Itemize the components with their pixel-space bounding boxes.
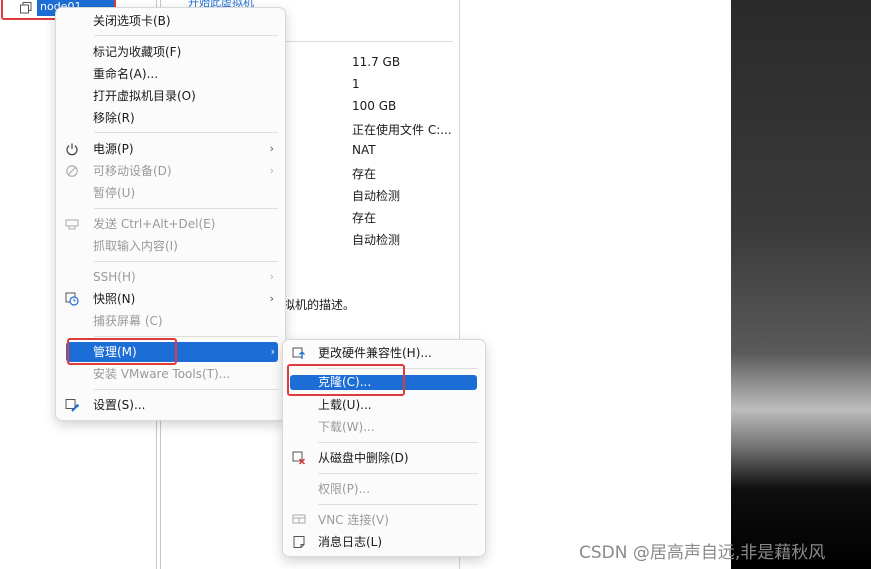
- menu-separator: [94, 261, 278, 262]
- chevron-right-icon: ›: [269, 142, 274, 155]
- menu-open-dir[interactable]: 打开虚拟机目录(O): [56, 86, 285, 106]
- submenu-download[interactable]: 下载(W)...: [283, 417, 485, 437]
- message-log-icon: [293, 536, 305, 548]
- menu-label: 权限(P)...: [318, 482, 371, 496]
- menu-label: 打开虚拟机目录(O): [93, 89, 196, 103]
- menu-separator: [94, 208, 278, 209]
- menu-power[interactable]: 电源(P) ›: [56, 139, 285, 159]
- menu-label: 捕获屏幕 (C): [93, 314, 163, 328]
- spec-memory: 11.7 GB: [352, 55, 401, 69]
- menu-close-tab[interactable]: 关闭选项卡(B): [56, 11, 285, 31]
- menu-label: 消息日志(L): [318, 535, 383, 549]
- menu-label: 移除(R): [93, 111, 135, 125]
- menu-label: 电源(P): [93, 142, 134, 156]
- change-hardware-icon: [292, 347, 305, 359]
- chevron-right-icon: ›: [269, 292, 274, 305]
- menu-send-cad[interactable]: 发送 Ctrl+Alt+Del(E): [56, 214, 285, 234]
- menu-separator: [94, 132, 278, 133]
- annotation-box-clone: [287, 364, 405, 396]
- spec-sound: 自动检测: [352, 189, 401, 203]
- menu-removable-devices[interactable]: 可移动设备(D) ›: [56, 161, 285, 181]
- spec-display: 自动检测: [352, 233, 401, 247]
- vm-console: [731, 0, 871, 569]
- watermark: CSDN @居高声自远,非是藉秋风: [579, 543, 826, 563]
- menu-capture-screen[interactable]: 捕获屏幕 (C): [56, 311, 285, 331]
- menu-install-tools[interactable]: 安装 VMware Tools(T)...: [56, 364, 285, 384]
- snapshot-icon: [65, 292, 79, 306]
- annotation-box-manage: [67, 338, 177, 365]
- menu-label: 发送 Ctrl+Alt+Del(E): [93, 217, 216, 231]
- menu-label: 下载(W)...: [318, 420, 375, 434]
- menu-label: 可移动设备(D): [93, 164, 172, 178]
- menu-remove[interactable]: 移除(R): [56, 108, 285, 128]
- menu-label: 更改硬件兼容性(H)...: [318, 346, 432, 360]
- menu-settings[interactable]: 设置(S)...: [56, 395, 285, 415]
- menu-separator: [318, 504, 478, 505]
- send-keys-icon: [65, 219, 79, 230]
- chevron-right-icon: ›: [269, 164, 274, 177]
- chevron-right-icon: ›: [270, 345, 275, 358]
- menu-separator: [94, 35, 278, 36]
- menu-label: VNC 连接(V): [318, 513, 389, 527]
- submenu-delete-from-disk[interactable]: 从磁盘中删除(D): [283, 448, 485, 468]
- menu-label: 暂停(U): [93, 186, 136, 200]
- submenu-message-log[interactable]: 消息日志(L): [283, 532, 485, 552]
- menu-label: 标记为收藏项(F): [93, 45, 182, 59]
- menu-label: 从磁盘中删除(D): [318, 451, 409, 465]
- spec-processors: 1: [352, 77, 360, 91]
- power-icon: [66, 143, 78, 156]
- menu-favorite[interactable]: 标记为收藏项(F): [56, 42, 285, 62]
- spec-printer: 存在: [352, 211, 377, 225]
- menu-label: 重命名(A)...: [93, 67, 159, 81]
- menu-ssh[interactable]: SSH(H) ›: [56, 267, 285, 287]
- menu-separator: [318, 473, 478, 474]
- delete-disk-icon: [292, 451, 305, 465]
- menu-label: 安装 VMware Tools(T)...: [93, 367, 231, 381]
- submenu-upload[interactable]: 上载(U)...: [283, 395, 485, 415]
- menu-grab-input[interactable]: 抓取输入内容(I): [56, 236, 285, 256]
- spec-network: NAT: [352, 143, 376, 157]
- spec-hard-disk: 100 GB: [352, 99, 397, 113]
- removable-device-icon: [66, 165, 78, 177]
- menu-label: 快照(N): [93, 292, 136, 306]
- menu-label: 抓取输入内容(I): [93, 239, 178, 253]
- menu-separator: [318, 442, 478, 443]
- chevron-right-icon: ›: [269, 270, 274, 283]
- spec-usb: 存在: [352, 167, 377, 181]
- menu-separator: [94, 389, 278, 390]
- vm-description: 拟机的描述。: [283, 298, 356, 312]
- settings-icon: [65, 399, 79, 412]
- vnc-icon: [292, 514, 306, 524]
- vm-view-area: [460, 0, 731, 569]
- menu-label: 关闭选项卡(B): [93, 14, 171, 28]
- submenu-change-hardware[interactable]: 更改硬件兼容性(H)...: [283, 343, 485, 363]
- menu-snapshot[interactable]: 快照(N) ›: [56, 289, 285, 309]
- submenu-vnc[interactable]: VNC 连接(V): [283, 510, 485, 530]
- menu-label: 上载(U)...: [318, 398, 372, 412]
- menu-label: 设置(S)...: [93, 398, 146, 412]
- menu-label: SSH(H): [93, 270, 136, 284]
- spec-cd-dvd: 正在使用文件 C:...: [352, 123, 452, 137]
- submenu-permissions[interactable]: 权限(P)...: [283, 479, 485, 499]
- menu-pause[interactable]: 暂停(U): [56, 183, 285, 203]
- menu-rename[interactable]: 重命名(A)...: [56, 64, 285, 84]
- menu-separator: [94, 336, 278, 337]
